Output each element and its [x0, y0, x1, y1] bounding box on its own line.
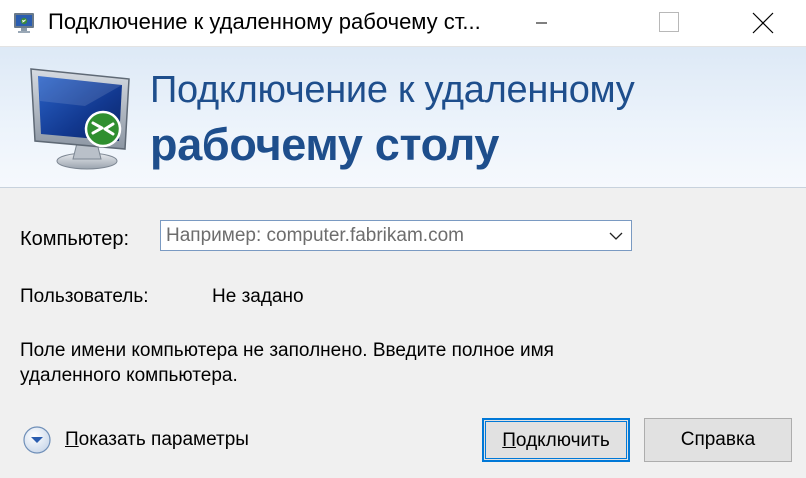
window-title: Подключение к удаленному рабочему ст...	[48, 9, 481, 34]
banner-title-line1: Подключение к удаленному	[150, 69, 635, 111]
show-options-label[interactable]: Показать параметры	[65, 429, 249, 451]
connect-button[interactable]: Подключить	[482, 418, 630, 462]
computer-label: Компьютер:	[20, 228, 130, 250]
monitor-remote-icon	[30, 68, 130, 170]
banner-title-line2: рабочему столу	[150, 119, 500, 170]
user-value: Не задано	[212, 286, 304, 307]
maximize-button[interactable]	[630, 0, 700, 46]
show-options-text: оказать параметры	[78, 429, 249, 450]
show-options-hotkey: П	[65, 429, 79, 450]
computer-combobox[interactable]	[160, 220, 632, 251]
minimize-button[interactable]	[506, 0, 576, 46]
validation-message: Поле имени компьютера не заполнено. Введ…	[20, 340, 554, 386]
help-button[interactable]: Справка	[644, 418, 792, 462]
minimize-icon	[536, 22, 547, 24]
close-icon	[752, 12, 774, 34]
computer-input[interactable]	[166, 224, 586, 248]
user-label: Пользователь:	[20, 286, 149, 307]
connect-text: одключить	[515, 430, 610, 451]
expand-circle-icon[interactable]	[22, 425, 52, 455]
header-banner: Подключение к удаленному рабочему столу	[0, 47, 806, 188]
show-options-toggle[interactable]: Показать параметры	[22, 425, 249, 455]
title-bar[interactable]: Подключение к удаленному рабочему ст...	[0, 0, 806, 47]
remote-desktop-icon	[14, 13, 34, 33]
maximize-icon	[659, 12, 679, 32]
connect-hotkey: П	[502, 430, 516, 451]
connect-button-label: Подключить	[485, 421, 627, 459]
chevron-down-icon[interactable]	[607, 227, 625, 245]
close-button[interactable]	[730, 0, 800, 46]
